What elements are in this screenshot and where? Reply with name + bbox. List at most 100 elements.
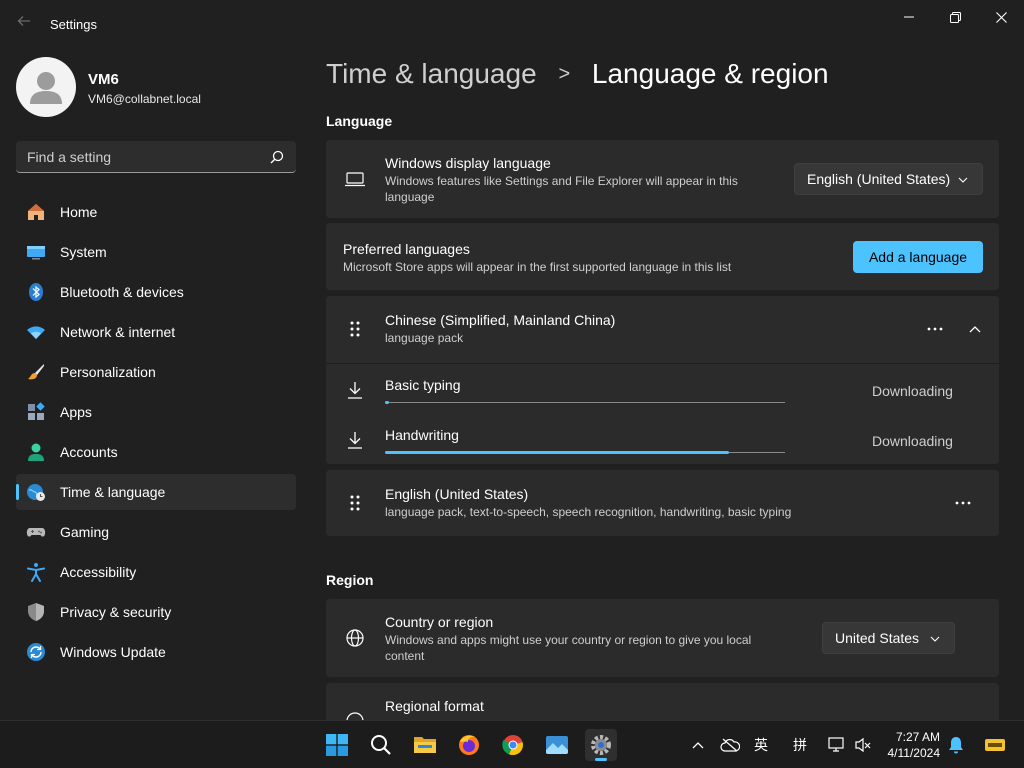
brush-icon [28,364,44,380]
taskbar-clock[interactable]: 7:27 AM 4/11/2024 [888,729,941,761]
network-button[interactable] [827,735,847,755]
sidebar-item-label: Network & internet [60,324,176,340]
restore-icon [949,11,961,23]
sidebar-item-label: Accessibility [60,564,137,580]
regional-format-title: Regional format [385,698,484,714]
sidebar-item-time-language[interactable]: Time & language [16,474,296,510]
user-profile[interactable]: VM6 VM6@collabnet.local [16,57,306,117]
back-button[interactable] [14,14,34,34]
sidebar-item-bluetooth[interactable]: Bluetooth & devices [16,274,296,310]
sidebar-item-label: Bluetooth & devices [60,284,184,300]
country-region-dropdown[interactable]: United States [822,622,955,654]
apps-icon [28,402,45,420]
divider [326,363,999,364]
add-language-button[interactable]: Add a language [853,241,983,273]
taskbar-settings[interactable] [585,729,617,761]
collapse-button[interactable] [963,317,987,341]
drag-handle-icon[interactable] [344,318,366,340]
feature-name: Basic typing [385,377,461,393]
language-detail: language pack [385,331,464,345]
sidebar-item-accessibility[interactable]: Accessibility [16,554,296,590]
globe-clock-icon [27,484,45,501]
sidebar-item-network[interactable]: Network & internet [16,314,296,350]
sidebar-item-label: Privacy & security [60,604,172,620]
feature-progress-bar [385,451,785,454]
sidebar-item-apps[interactable]: Apps [16,394,296,430]
ime-mode-button[interactable]: 拼 [790,735,810,755]
start-button[interactable] [321,729,353,761]
sidebar-item-system[interactable]: System [16,234,296,270]
maximize-button[interactable] [932,6,978,28]
taskbar-chrome[interactable] [497,729,529,761]
sidebar-item-privacy[interactable]: Privacy & security [16,594,296,630]
home-icon [28,204,44,220]
taskbar-firefox[interactable] [453,729,485,761]
window-title: Settings [50,17,97,32]
volume-muted-icon [855,737,871,753]
firefox-icon [459,735,479,755]
display-language-dropdown[interactable]: English (United States) [794,163,983,195]
section-title-language: Language [326,113,393,129]
language-name: Chinese (Simplified, Mainland China) [385,312,616,328]
widget-button[interactable] [984,735,1006,755]
gamepad-icon [26,528,46,537]
language-more-button[interactable] [923,317,947,341]
photos-icon [546,736,568,754]
taskbar: 英 拼 7:27 AM 4/11/2024 [0,720,1024,768]
search-icon[interactable] [270,150,284,164]
display-language-value: English (United States) [807,171,951,187]
user-icon [30,72,62,104]
feature-status: Downloading [872,383,953,399]
globe-icon [346,629,364,647]
minimize-button[interactable] [886,6,932,28]
taskbar-search-button[interactable] [365,729,397,761]
sidebar-item-label: Time & language [60,484,166,500]
volume-button[interactable] [853,735,873,755]
sidebar-item-label: Home [60,204,98,220]
sidebar-item-label: Personalization [60,364,156,380]
ime-language-button[interactable]: 英 [751,735,771,755]
sidebar-item-label: Accounts [60,444,118,460]
breadcrumb-parent[interactable]: Time & language [326,58,537,89]
bluetooth-icon [29,283,43,301]
profile-email: VM6@collabnet.local [88,92,201,106]
sidebar-item-windows-update[interactable]: Windows Update [16,634,296,670]
file-explorer-icon [414,737,436,753]
cloud-offline-icon [720,738,740,752]
feature-progress-bar [385,401,785,404]
sidebar-item-home[interactable]: Home [16,194,296,230]
show-hidden-icons-button[interactable] [688,735,708,755]
bell-icon [949,737,963,754]
preferred-languages-title: Preferred languages [343,241,470,257]
taskbar-file-explorer[interactable] [409,729,441,761]
sidebar-item-accounts[interactable]: Accounts [16,434,296,470]
chevron-down-icon [958,177,968,183]
language-more-button[interactable] [951,491,975,515]
search-box[interactable] [16,141,296,173]
feature-progress-fill [385,401,389,404]
back-arrow-icon [17,16,30,26]
sidebar-item-personalization[interactable]: Personalization [16,354,296,390]
onedrive-button[interactable] [720,735,740,755]
language-name: English (United States) [385,486,529,502]
search-input[interactable] [16,141,266,172]
chevron-up-icon [969,326,981,333]
taskbar-photos[interactable] [541,729,573,761]
breadcrumb: Time & language > Language & region [326,58,829,90]
feature-status: Downloading [872,433,953,449]
profile-name: VM6 [88,71,119,88]
drag-handle-icon[interactable] [344,492,366,514]
more-icon [955,501,971,505]
chrome-icon [502,735,523,756]
sidebar-item-gaming[interactable]: Gaming [16,514,296,550]
close-button[interactable] [978,6,1024,28]
regional-format-card: Regional format [326,683,999,730]
download-icon [348,432,362,449]
network-icon [828,737,844,752]
shield-icon [28,603,44,621]
language-detail: language pack, text-to-speech, speech re… [385,505,792,519]
notifications-button[interactable] [946,735,966,755]
sidebar-item-label: System [60,244,107,260]
sidebar-item-label: Apps [60,404,92,420]
section-title-region: Region [326,572,374,588]
